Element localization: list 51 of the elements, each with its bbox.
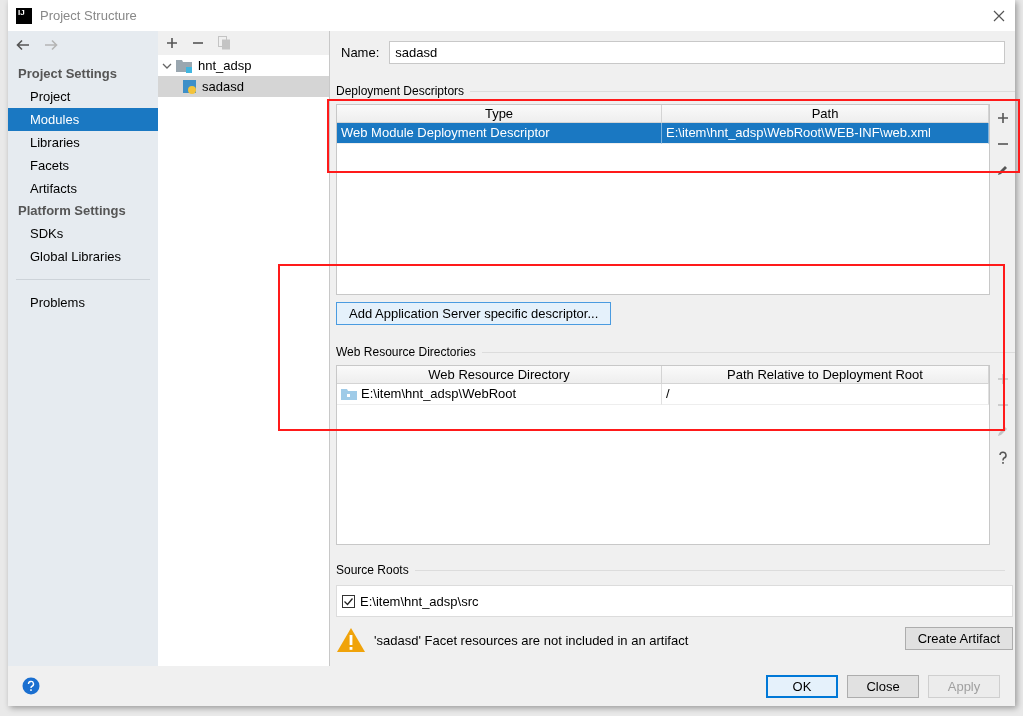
section-title: Deployment Descriptors [336,84,465,98]
sidebar-item[interactable]: Project [8,85,158,108]
checkbox[interactable] [342,594,355,608]
dialog-button[interactable]: Close [847,674,919,698]
window-title: Project Structure [40,8,138,23]
add-icon[interactable] [166,37,178,49]
app-logo: IJ [16,7,32,24]
tree-label: sadasd [202,79,244,94]
cell-text: E:\item\hnt_adsp\WebRoot [361,385,517,403]
column-header[interactable]: Path [662,105,989,123]
name-field[interactable]: sadasd [389,41,1005,64]
folder-icon [176,58,194,73]
tree-item[interactable]: sadasd [158,76,329,97]
column-header[interactable]: Web Resource Directory [337,366,662,384]
folder-icon [341,388,357,400]
tree-label: hnt_adsp [198,58,252,73]
add-descriptor-button[interactable]: Add Application Server specific descriptor... [336,302,612,325]
warning-icon [336,627,366,653]
column-header[interactable]: Type [337,105,662,123]
help-icon[interactable] [997,451,1008,465]
pencil-icon[interactable] [996,164,1009,176]
sidebar-item[interactable]: Facets [8,154,158,177]
cell-text: Web Module Deployment Descriptor [341,124,550,142]
field-label: Name: [341,45,380,60]
close-icon[interactable] [993,9,1005,22]
help-icon[interactable] [22,677,40,695]
tree-item[interactable]: hnt_adsp [158,55,329,76]
table-cell[interactable]: Web Module Deployment Descriptor [337,123,662,144]
dialog-button[interactable]: OK [766,674,838,698]
column-header[interactable]: Path Relative to Deployment Root [662,366,989,384]
sidebar-item[interactable]: Artifacts [8,177,158,200]
create-artifact-button[interactable]: Create Artifact [904,627,1013,650]
section-heading: Platform Settings [17,202,127,220]
section-heading: Project Settings [17,65,118,83]
sidebar-item[interactable]: SDKs [8,222,158,245]
sidebar-item[interactable]: Libraries [8,131,158,154]
sidebar-item[interactable]: Modules [8,108,158,131]
warning-message: 'sadasd' Facet resources are not included in an artifact [374,632,690,648]
sidebar-item[interactable]: Global Libraries [8,245,158,268]
module-icon [182,78,198,95]
table-cell[interactable]: / [662,384,989,405]
cell-text: E:\item\hnt_adsp\WebRoot\WEB-INF\web.xml [666,124,931,142]
sidebar-item[interactable]: Problems [8,291,158,314]
section-title: Web Resource Directories [336,345,476,359]
section-title: Source Roots [336,563,409,577]
table-cell[interactable]: E:\item\hnt_adsp\WebRoot [337,384,662,405]
cell-text: / [666,385,670,403]
back-arrow-icon[interactable] [16,39,30,51]
add-icon[interactable] [996,112,1009,124]
source-root-label: E:\item\hnt_adsp\src [360,593,479,609]
table-cell[interactable]: E:\item\hnt_adsp\WebRoot\WEB-INF\web.xml [662,123,989,144]
